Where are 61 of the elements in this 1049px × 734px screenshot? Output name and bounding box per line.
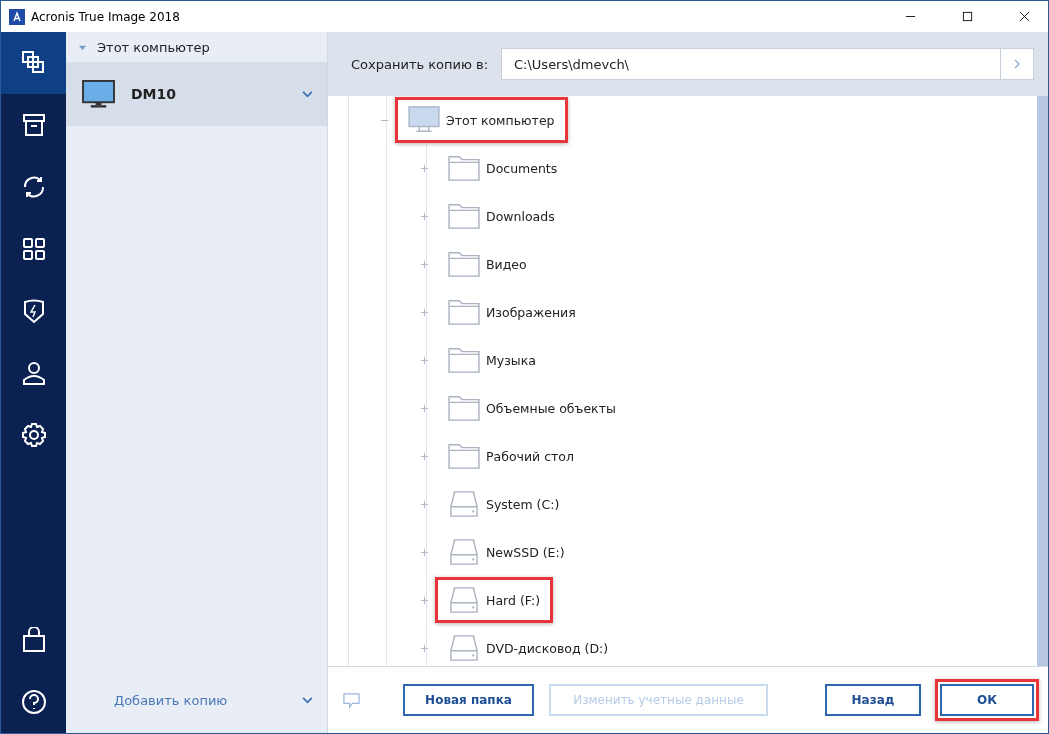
drive-icon <box>448 538 480 566</box>
expand-toggle-icon[interactable] <box>420 451 429 461</box>
folder-icon <box>448 298 480 326</box>
source-item[interactable]: DM10 <box>66 62 327 126</box>
folder-icon <box>448 442 480 470</box>
expand-toggle-icon[interactable] <box>420 403 429 413</box>
drive-icon <box>448 634 480 662</box>
tree-item[interactable]: NewSSD (E:) <box>435 529 578 575</box>
dialog-button[interactable]: Назад <box>825 684 921 716</box>
expand-toggle-icon[interactable] <box>420 211 429 221</box>
chevron-down-icon <box>302 90 313 98</box>
tree-item[interactable]: Музыка <box>435 337 549 383</box>
path-field[interactable]: C:\Users\dmevch\ <box>501 48 1034 80</box>
tree-item[interactable]: Downloads <box>435 193 568 239</box>
folder-icon <box>448 202 480 230</box>
tree-item[interactable]: Изображения <box>435 289 589 335</box>
copies-icon <box>20 50 47 76</box>
archive-box-icon <box>20 112 47 138</box>
expand-toggle-icon[interactable] <box>420 499 429 509</box>
expand-toggle-icon[interactable] <box>420 547 429 557</box>
expand-toggle-icon[interactable] <box>420 355 429 365</box>
expand-toggle-icon[interactable] <box>420 595 429 605</box>
help-icon[interactable] <box>20 689 47 715</box>
tree-item[interactable]: Hard (F:) <box>435 577 554 623</box>
comment-icon[interactable] <box>342 691 361 709</box>
chevron-right-icon <box>1014 59 1020 69</box>
shopping-bag-icon[interactable] <box>20 627 47 653</box>
expand-toggle-icon[interactable] <box>420 163 429 173</box>
drive-icon <box>448 490 480 518</box>
tree-item[interactable]: Этот компьютер <box>395 97 568 143</box>
expand-toggle-icon[interactable] <box>420 259 429 269</box>
computer-icon <box>408 106 440 134</box>
tree-item[interactable]: DVD-дисковод (D:) <box>435 625 622 666</box>
chevron-down-icon <box>302 696 313 704</box>
folder-icon <box>448 394 480 422</box>
close-icon[interactable] <box>1019 11 1030 22</box>
tree-item[interactable]: Видео <box>435 241 540 287</box>
tree-item[interactable]: System (C:) <box>435 481 573 527</box>
drive-icon <box>448 586 480 614</box>
tree-item[interactable]: Рабочий стол <box>435 433 587 479</box>
settings-icon <box>20 422 47 448</box>
add-backup-item[interactable]: Добавить копию <box>66 667 327 733</box>
window-title: Acronis True Image 2018 <box>31 9 180 24</box>
copies-tab[interactable] <box>1 32 66 94</box>
folder-icon <box>448 346 480 374</box>
tree-item[interactable]: Объемные объекты <box>435 385 629 431</box>
monitor-icon <box>82 79 115 109</box>
dialog-button[interactable]: ОК <box>940 684 1034 716</box>
dialog-button[interactable]: Новая папка <box>403 684 534 716</box>
app-logo-icon <box>9 8 25 25</box>
maximize-icon[interactable] <box>962 11 973 22</box>
scrollbar-thumb[interactable] <box>1037 96 1048 666</box>
destination-label: Сохранить копию в: <box>351 56 490 72</box>
folder-icon <box>448 250 480 278</box>
user-icon <box>20 360 47 386</box>
grid-icon <box>20 236 47 262</box>
expand-toggle-icon[interactable] <box>420 643 429 653</box>
expand-toggle-icon[interactable] <box>420 307 429 317</box>
section-heading: Этот компьютер <box>97 39 210 55</box>
tree-item[interactable]: Documents <box>435 145 571 191</box>
folder-icon <box>448 154 480 182</box>
